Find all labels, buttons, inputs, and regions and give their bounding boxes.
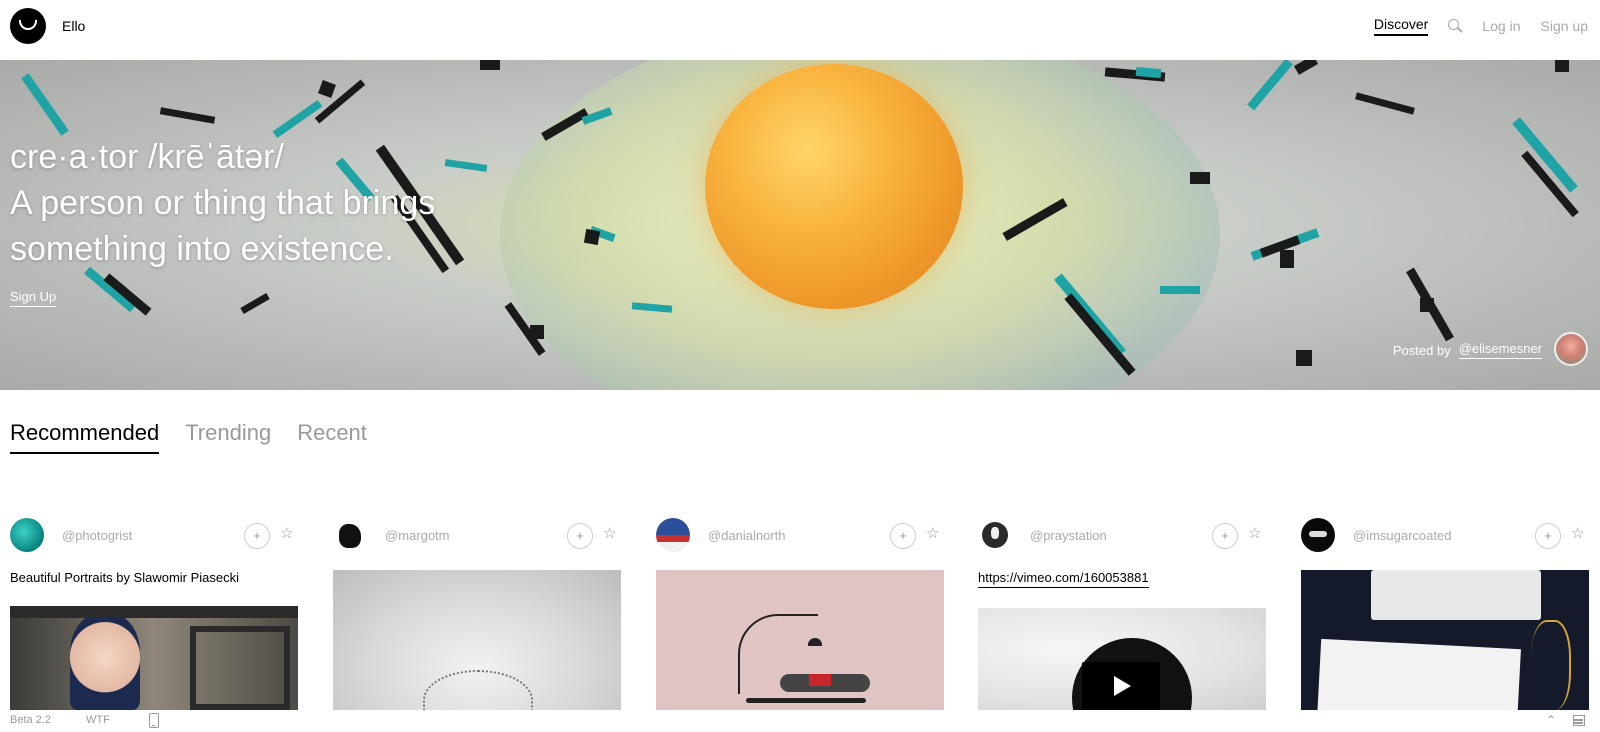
nav-login[interactable]: Log in: [1482, 18, 1520, 34]
hero-line-3: something into existence.: [10, 230, 394, 268]
hero-author-avatar[interactable]: [1554, 332, 1588, 366]
post-card: @imsugarcoated + ☆: [1301, 518, 1589, 710]
post-header: @margotm + ☆: [333, 518, 621, 552]
post-video[interactable]: [978, 608, 1266, 710]
top-navigation: Ello Discover Log in Sign up: [0, 0, 1600, 60]
post-username[interactable]: @photogrist: [62, 528, 132, 543]
plus-icon[interactable]: +: [244, 523, 270, 549]
star-icon[interactable]: ☆: [1248, 524, 1261, 542]
avatar[interactable]: [978, 518, 1012, 552]
post-card: @praystation + ☆ https://vimeo.com/16005…: [978, 518, 1266, 710]
beta-version[interactable]: Beta 2.2: [10, 714, 51, 726]
avatar[interactable]: [656, 518, 690, 552]
stream-tabs: Recommended Trending Recent: [10, 420, 393, 454]
plus-icon[interactable]: +: [890, 523, 916, 549]
post-username[interactable]: @danialnorth: [708, 528, 786, 543]
post-image[interactable]: [656, 570, 944, 710]
ello-logo-icon[interactable]: [10, 8, 46, 44]
star-icon[interactable]: ☆: [1571, 524, 1584, 542]
plus-icon[interactable]: +: [1535, 523, 1561, 549]
post-header: @imsugarcoated + ☆: [1301, 518, 1589, 552]
search-icon[interactable]: [1448, 19, 1464, 33]
main-nav: Discover Log in Sign up: [1354, 16, 1588, 36]
post-username[interactable]: @imsugarcoated: [1353, 528, 1451, 543]
post-card: @danialnorth + ☆: [656, 518, 944, 710]
hero-headline: cre·a·tor /krēˈātər/ A person or thing t…: [10, 134, 435, 272]
footer-bar: Beta 2.2 WTF ⌃: [0, 710, 1600, 732]
post-image[interactable]: [333, 570, 621, 710]
tab-recent[interactable]: Recent: [297, 420, 367, 454]
post-header: @photogrist + ☆: [10, 518, 298, 552]
hero-egg-yolk: [705, 64, 963, 309]
post-image[interactable]: [1301, 570, 1589, 710]
post-username[interactable]: @margotm: [385, 528, 450, 543]
avatar[interactable]: [1301, 518, 1335, 552]
avatar[interactable]: [10, 518, 44, 552]
post-header: @praystation + ☆: [978, 518, 1266, 552]
phone-icon[interactable]: [149, 713, 159, 728]
tab-trending[interactable]: Trending: [185, 420, 271, 454]
video-play-button[interactable]: [1082, 662, 1160, 710]
posted-by-label: Posted by: [1392, 342, 1451, 358]
post-caption: Beautiful Portraits by Slawomir Piasecki: [10, 570, 240, 585]
play-icon: [1114, 676, 1131, 696]
grid-icon[interactable]: [1573, 715, 1585, 726]
star-icon[interactable]: ☆: [603, 524, 616, 542]
brand-name[interactable]: Ello: [62, 18, 85, 34]
post-link[interactable]: https://vimeo.com/160053881: [978, 570, 1149, 588]
star-icon[interactable]: ☆: [926, 524, 939, 542]
post-image[interactable]: [10, 606, 298, 710]
chevron-up-icon[interactable]: ⌃: [1546, 713, 1556, 727]
plus-icon[interactable]: +: [1212, 523, 1238, 549]
nav-discover[interactable]: Discover: [1373, 16, 1429, 36]
nav-signup[interactable]: Sign up: [1541, 18, 1588, 34]
plus-icon[interactable]: +: [567, 523, 593, 549]
hero-signup-link[interactable]: Sign Up: [10, 289, 57, 307]
post-username[interactable]: @praystation: [1030, 528, 1107, 543]
post-header: @danialnorth + ☆: [656, 518, 944, 552]
hero-attribution: Posted by @elisemesner: [1393, 341, 1542, 359]
hero-line-1: cre·a·tor /krēˈātər/: [10, 138, 284, 176]
wtf-link[interactable]: WTF: [86, 714, 110, 726]
post-card: @margotm + ☆: [333, 518, 621, 710]
hero-banner: cre·a·tor /krēˈātər/ A person or thing t…: [0, 60, 1600, 390]
tab-recommended[interactable]: Recommended: [10, 420, 160, 454]
hero-line-2: A person or thing that brings: [10, 184, 436, 222]
hero-author-link[interactable]: @elisemesner: [1458, 341, 1542, 359]
post-card: @photogrist + ☆ Beautiful Portraits by S…: [10, 518, 298, 710]
star-icon[interactable]: ☆: [280, 524, 293, 542]
avatar[interactable]: [333, 518, 367, 552]
